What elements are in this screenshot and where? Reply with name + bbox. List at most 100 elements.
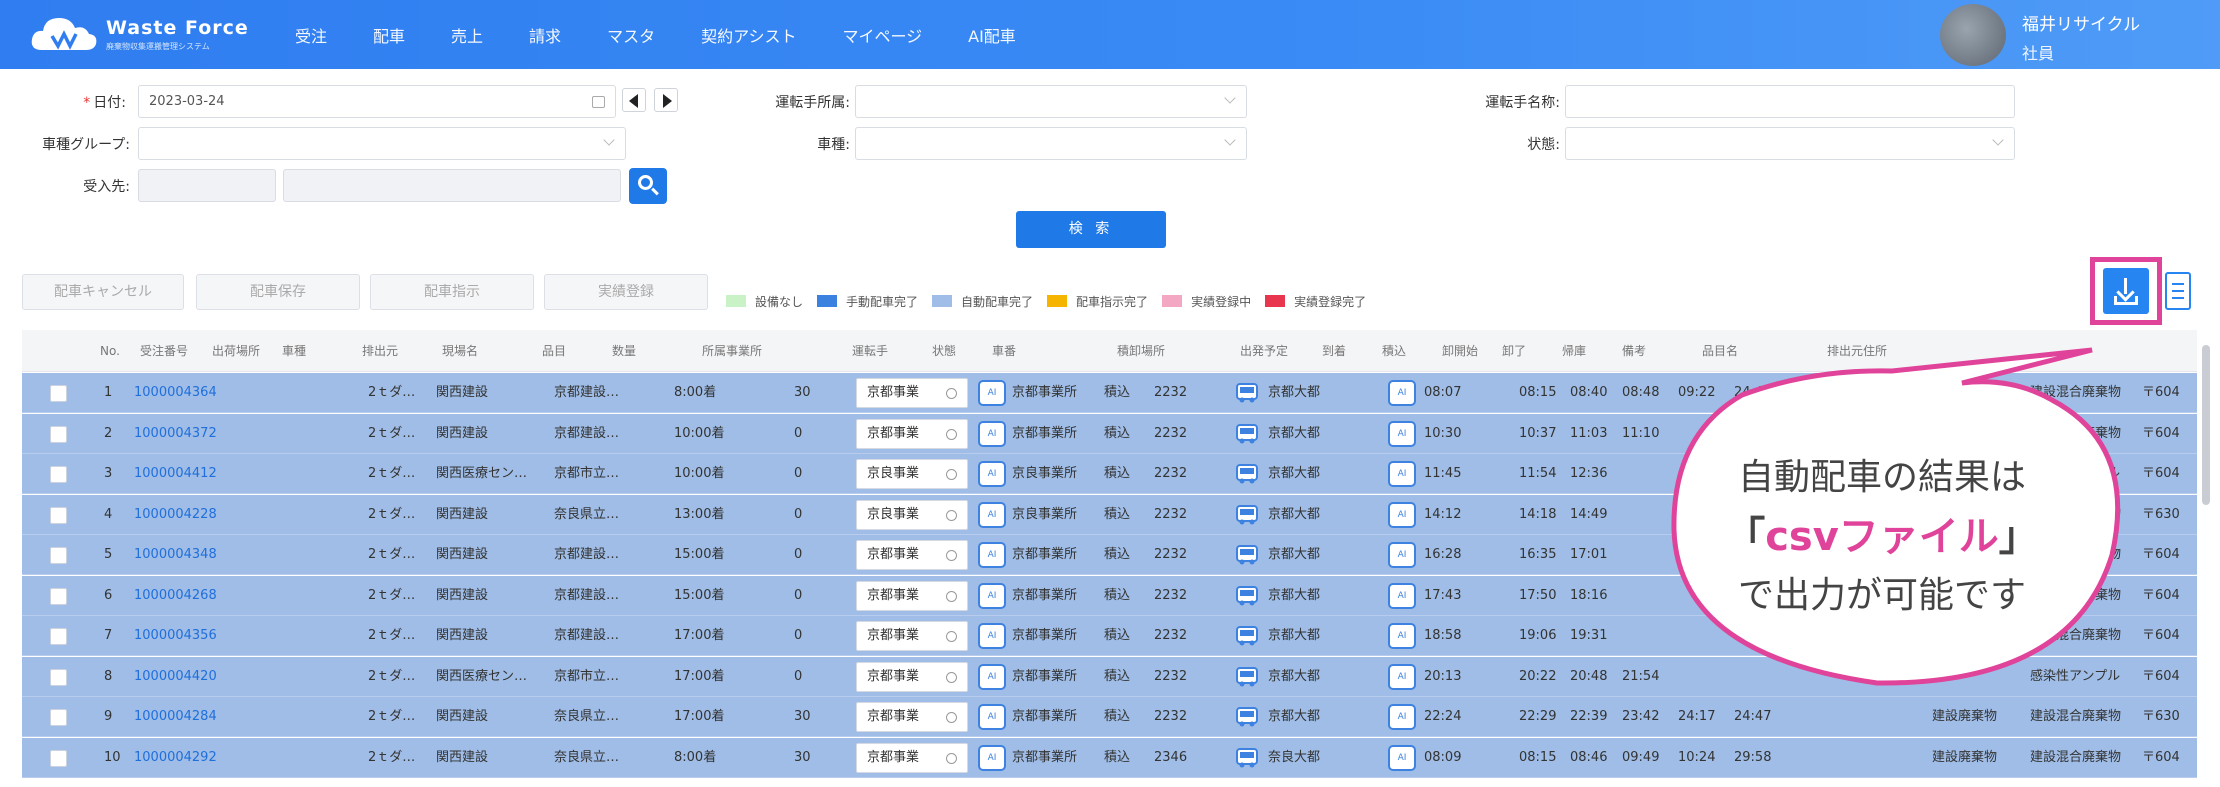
vehicle-group-select[interactable] [138,127,626,160]
row-checkbox[interactable] [50,466,67,483]
dispatch-cancel-button[interactable]: 配車キャンセル [22,274,184,310]
csv-download-button[interactable] [2103,268,2149,314]
truck-icon[interactable] [1234,503,1260,527]
nav-master[interactable]: マスタ [607,23,655,47]
ai-badge-icon[interactable]: AI [1388,420,1416,447]
column-header[interactable]: 数量 [612,330,636,372]
truck-icon[interactable] [1234,543,1260,567]
order-number-link[interactable]: 1000004356 [134,616,217,656]
office-select[interactable]: 京都事業 [856,661,968,692]
office-select[interactable]: 京都事業 [856,418,968,449]
order-number-link[interactable]: 1000004420 [134,657,217,697]
row-checkbox[interactable] [50,425,67,443]
dispatch-save-button[interactable]: 配車保存 [196,274,360,310]
office-select[interactable]: 京都事業 [856,702,968,732]
prev-date-button[interactable] [622,88,646,112]
column-header[interactable]: 車番 [992,330,1016,372]
truck-icon[interactable] [1234,746,1260,770]
column-header[interactable]: 所属事業所 [702,330,762,372]
next-date-button[interactable] [654,88,678,112]
column-header[interactable]: 状態 [932,330,956,372]
ai-badge-icon[interactable]: AI [978,542,1006,568]
office-select[interactable]: 京都事業 [856,378,968,408]
column-header[interactable]: 現場名 [442,330,478,372]
search-button[interactable]: 検 索 [1016,211,1166,248]
order-number-link[interactable]: 1000004292 [134,738,217,778]
ai-badge-icon[interactable]: AI [1388,663,1416,690]
row-checkbox[interactable] [50,628,67,645]
truck-icon[interactable] [1234,462,1260,486]
column-header[interactable]: 到着 [1322,330,1346,372]
truck-icon[interactable] [1234,422,1260,446]
nav-mypage[interactable]: マイページ [842,23,922,47]
column-header[interactable]: 帰庫 [1562,330,1586,372]
column-header[interactable]: 排出元 [362,330,398,372]
row-checkbox[interactable] [50,547,67,564]
nav-dispatch[interactable]: 配車 [373,23,405,47]
ai-badge-icon[interactable]: AI [1388,704,1416,730]
vehicle-type-select[interactable] [855,127,1247,160]
ai-badge-icon[interactable]: AI [1388,744,1416,771]
receiver-name-field[interactable] [283,169,621,202]
receiver-code-field[interactable] [138,169,276,202]
ai-badge-icon[interactable]: AI [978,380,1006,406]
nav-billing[interactable]: 請求 [529,23,561,47]
dispatch-instruct-button[interactable]: 配車指示 [370,274,534,310]
row-checkbox[interactable] [50,506,67,524]
column-header[interactable]: 卸了 [1502,330,1526,372]
order-number-link[interactable]: 1000004364 [134,373,217,413]
nav-sales[interactable]: 売上 [451,23,483,47]
table-row[interactable]: 9 1000004284 2ｔダ… 関西建設 奈良県立… 17:00着 30 京都事業 AI 京都… [22,697,2197,737]
row-checkbox[interactable] [50,709,67,726]
order-number-link[interactable]: 1000004268 [134,576,217,616]
order-number-link[interactable]: 1000004348 [134,535,217,575]
row-checkbox[interactable] [50,587,67,605]
vertical-scrollbar[interactable] [2202,345,2210,505]
office-select[interactable]: 京都事業 [856,580,968,611]
order-number-link[interactable]: 1000004372 [134,414,217,454]
column-header[interactable]: 積卸場所 [1117,330,1165,372]
ai-badge-icon[interactable]: AI [978,704,1006,730]
order-number-link[interactable]: 1000004412 [134,454,217,494]
ai-badge-icon[interactable]: AI [978,501,1006,528]
ai-badge-icon[interactable]: AI [1388,501,1416,528]
driver-name-field[interactable] [1565,85,2015,118]
nav-orders[interactable]: 受注 [295,23,327,47]
column-header[interactable]: 出発予定 [1240,330,1288,372]
nav-ai-dispatch[interactable]: AI配車 [968,23,1016,47]
column-header[interactable]: No. [100,330,120,372]
row-checkbox[interactable] [50,385,67,402]
ai-badge-icon[interactable]: AI [978,461,1006,487]
column-header[interactable]: 出荷場所 [212,330,260,372]
row-checkbox[interactable] [50,749,67,767]
ai-badge-icon[interactable]: AI [978,420,1006,447]
office-select[interactable]: 京都事業 [856,540,968,570]
user-menu[interactable]: 福井リサイクル 社員 [1940,0,2220,69]
ai-badge-icon[interactable]: AI [978,663,1006,690]
table-row[interactable]: 10 1000004292 2ｔダ… 関西建設 奈良県立… 8:00着 30 京都事業 AI 京都… [22,737,2197,778]
ai-badge-icon[interactable]: AI [1388,380,1416,406]
ai-badge-icon[interactable]: AI [978,582,1006,609]
column-header[interactable]: 卸開始 [1442,330,1478,372]
truck-icon[interactable] [1234,624,1260,648]
ai-badge-icon[interactable]: AI [978,623,1006,649]
office-select[interactable]: 京良事業 [856,499,968,530]
truck-icon[interactable] [1234,665,1260,689]
column-header[interactable]: 品目 [542,330,566,372]
avatar[interactable] [1940,4,2006,66]
office-select[interactable]: 京都事業 [856,621,968,651]
column-header[interactable]: 運転手 [852,330,888,372]
office-select[interactable]: 京良事業 [856,459,968,489]
nav-contract-assist[interactable]: 契約アシスト [701,23,796,47]
date-field[interactable]: 2023-03-24 [138,85,616,118]
ai-badge-icon[interactable]: AI [1388,461,1416,487]
ai-badge-icon[interactable]: AI [1388,542,1416,568]
record-register-button[interactable]: 実績登録 [544,274,708,310]
calendar-icon[interactable] [592,96,605,108]
truck-icon[interactable] [1234,584,1260,608]
column-header[interactable]: 車種 [282,330,306,372]
truck-icon[interactable] [1234,381,1260,405]
ai-badge-icon[interactable]: AI [978,744,1006,771]
office-select[interactable]: 京都事業 [856,742,968,773]
column-settings-button[interactable] [2165,272,2191,310]
